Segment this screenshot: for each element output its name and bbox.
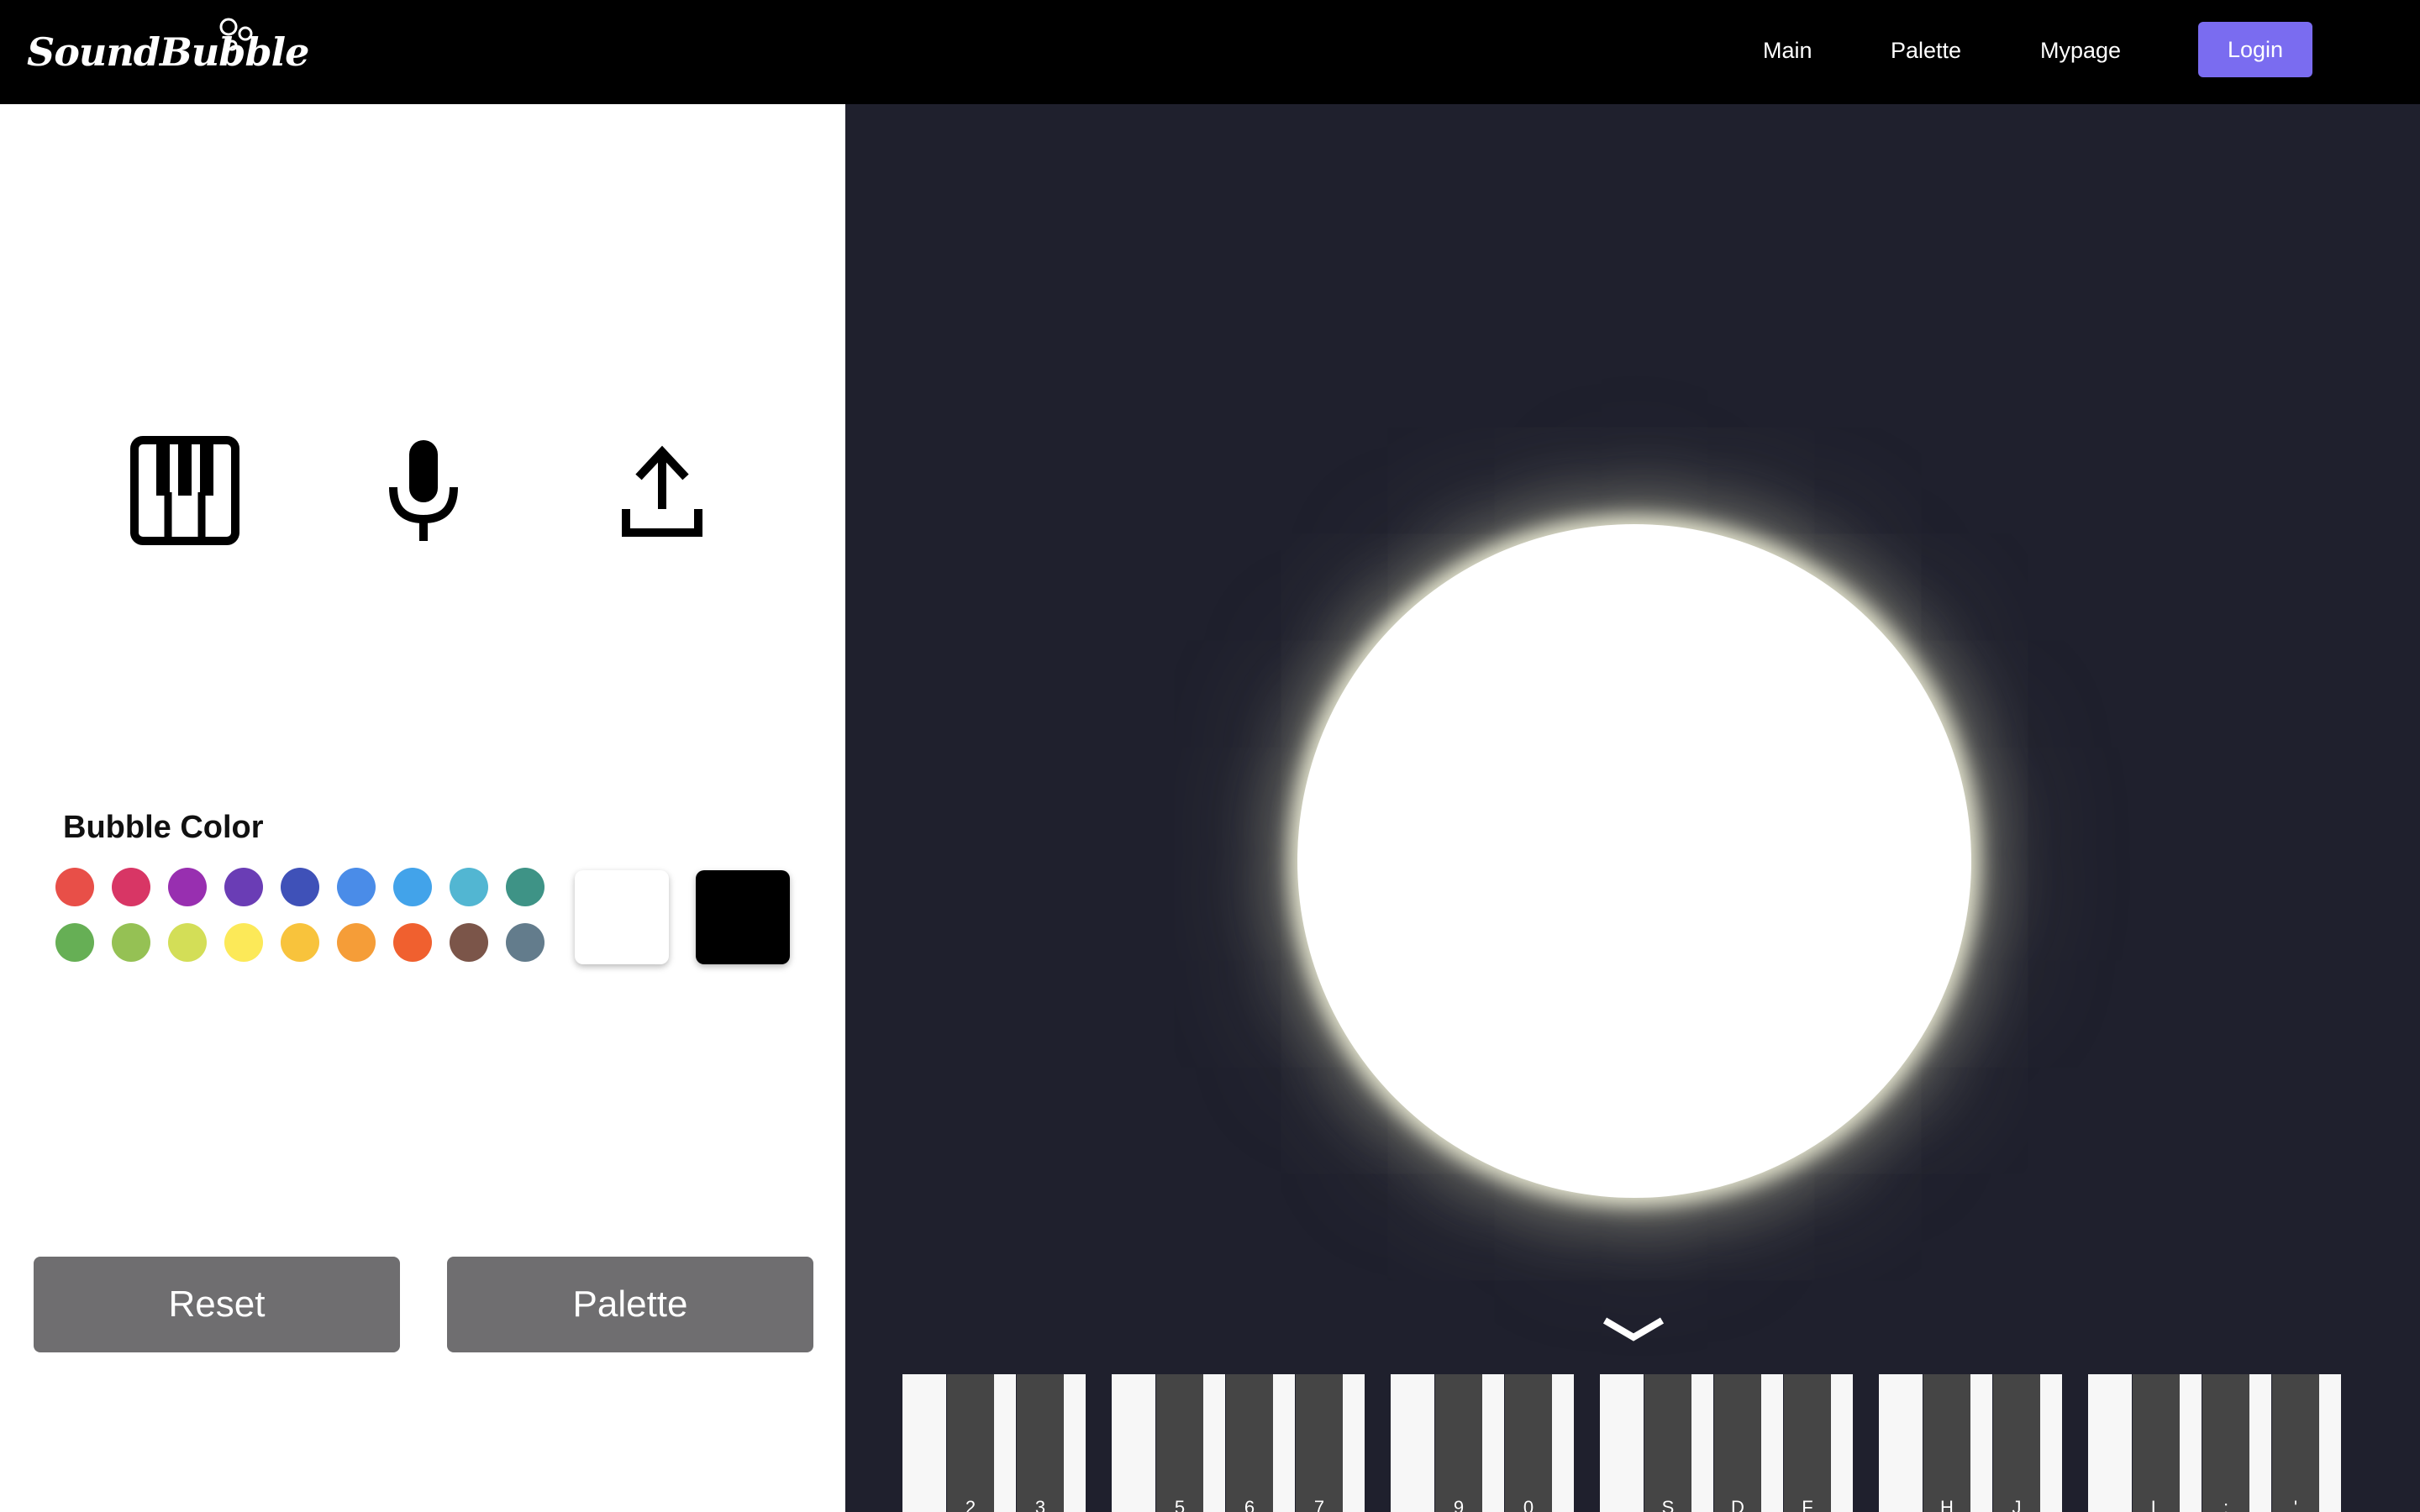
sound-bubble: [1297, 524, 1971, 1198]
piano-black-key[interactable]: 6: [1226, 1374, 1273, 1512]
piano-black-key[interactable]: D: [1714, 1374, 1761, 1512]
color-swatch[interactable]: [450, 868, 488, 906]
color-swatch[interactable]: [337, 923, 376, 962]
piano-black-key[interactable]: 9: [1435, 1374, 1482, 1512]
color-swatch[interactable]: [337, 868, 376, 906]
control-panel: Bubble Color Reset Palette: [0, 104, 845, 1512]
color-swatch[interactable]: [393, 868, 432, 906]
microphone-icon[interactable]: [365, 432, 482, 549]
color-swatch[interactable]: [281, 923, 319, 962]
palette-button[interactable]: Palette: [447, 1257, 813, 1352]
piano-black-key[interactable]: 7: [1296, 1374, 1343, 1512]
color-swatch[interactable]: [168, 923, 207, 962]
piano-black-key[interactable]: ': [2272, 1374, 2319, 1512]
color-swatch[interactable]: [112, 923, 150, 962]
piano-white-key[interactable]: [1112, 1374, 1155, 1512]
piano-black-key[interactable]: 5: [1156, 1374, 1203, 1512]
bubbles-logo-icon: [219, 18, 253, 51]
color-swatch[interactable]: [393, 923, 432, 962]
piano-black-key[interactable]: F: [1784, 1374, 1831, 1512]
nav-link-main[interactable]: Main: [1763, 30, 1812, 71]
piano-black-key[interactable]: S: [1644, 1374, 1691, 1512]
piano-white-key[interactable]: [2088, 1374, 2132, 1512]
color-swatch[interactable]: [112, 868, 150, 906]
piano-white-key[interactable]: [1879, 1374, 1923, 1512]
color-swatch[interactable]: [168, 868, 207, 906]
piano-black-key[interactable]: ;: [2202, 1374, 2249, 1512]
top-navbar: SoundBubble Main Palette Mypage Login: [0, 0, 2420, 104]
piano-black-key[interactable]: 2: [947, 1374, 994, 1512]
bubble-color-title: Bubble Color: [63, 810, 264, 845]
color-swatch[interactable]: [224, 868, 263, 906]
login-button[interactable]: Login: [2198, 22, 2312, 77]
color-swatch[interactable]: [506, 923, 544, 962]
color-swatch[interactable]: [506, 868, 544, 906]
piano-black-key[interactable]: 0: [1505, 1374, 1552, 1512]
nav-link-mypage[interactable]: Mypage: [2040, 30, 2121, 71]
color-swatch[interactable]: [450, 923, 488, 962]
white-color-swatch[interactable]: [575, 870, 669, 964]
nav-link-palette[interactable]: Palette: [1891, 30, 1961, 71]
piano-keyboard: 2 3 5 6 7 9 0 S D F H J L; ': [902, 1374, 2365, 1512]
brand-name: SoundBubble: [27, 29, 309, 75]
color-swatch[interactable]: [55, 868, 94, 906]
piano-black-key[interactable]: J: [1993, 1374, 2040, 1512]
color-swatch[interactable]: [224, 923, 263, 962]
piano-black-key[interactable]: H: [1923, 1374, 1970, 1512]
piano-white-key[interactable]: [902, 1374, 946, 1512]
piano-white-key[interactable]: [1391, 1374, 1434, 1512]
upload-icon[interactable]: [603, 432, 721, 549]
black-color-swatch[interactable]: [696, 870, 790, 964]
piano-black-key[interactable]: 3: [1017, 1374, 1064, 1512]
piano-white-key[interactable]: [1600, 1374, 1644, 1512]
bubble-stage: 2 3 5 6 7 9 0 S D F H J L; ': [845, 104, 2420, 1512]
reset-button[interactable]: Reset: [34, 1257, 400, 1352]
color-swatch[interactable]: [281, 868, 319, 906]
brand-logo[interactable]: SoundBubble: [27, 18, 309, 86]
piano-black-key[interactable]: L: [2133, 1374, 2180, 1512]
piano-icon[interactable]: [126, 432, 244, 549]
chevron-down-icon[interactable]: [1600, 1314, 1667, 1347]
color-swatch[interactable]: [55, 923, 94, 962]
